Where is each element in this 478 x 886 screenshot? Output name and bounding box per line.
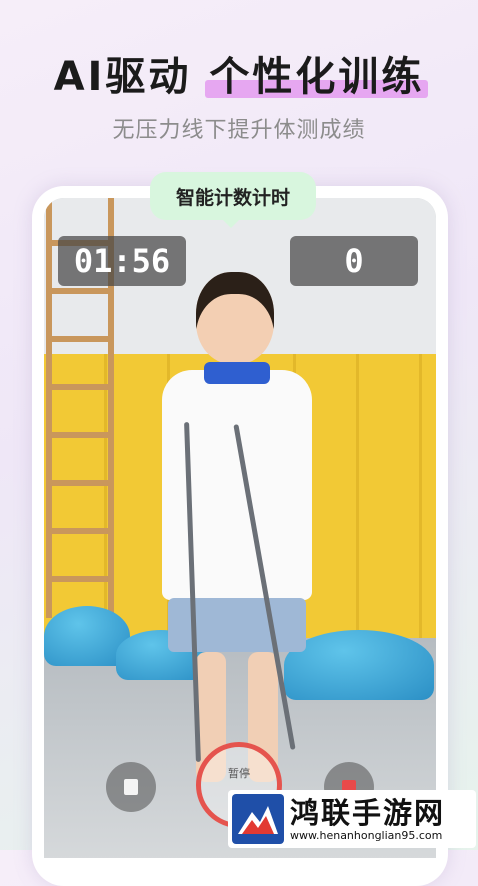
- pause-label: 暂停: [228, 767, 250, 780]
- headline: AI驱动 个性化训练: [0, 44, 478, 102]
- child-head: [196, 272, 274, 364]
- smart-count-bubble: 智能计数计时: [150, 172, 316, 228]
- subtitle: 无压力线下提升体测成绩: [112, 118, 366, 143]
- watermark-title: 鸿联手游网: [290, 795, 446, 830]
- child-shirt: [162, 370, 312, 600]
- child-shorts: [168, 598, 306, 652]
- watermark-url: www.henanhonglian95.com: [290, 828, 443, 842]
- child-collar: [204, 362, 270, 384]
- timer-display: 01:56: [58, 236, 186, 286]
- horse-logo-icon: [232, 794, 284, 844]
- watermark: 鸿联手游网 www.henanhonglian95.com: [228, 790, 476, 848]
- headline-part1: AI驱动: [53, 54, 192, 100]
- book-button[interactable]: [106, 762, 156, 812]
- headline-part2: 个性化训练: [205, 44, 429, 102]
- jump-count-display: 0: [290, 236, 418, 286]
- book-icon: [124, 779, 138, 795]
